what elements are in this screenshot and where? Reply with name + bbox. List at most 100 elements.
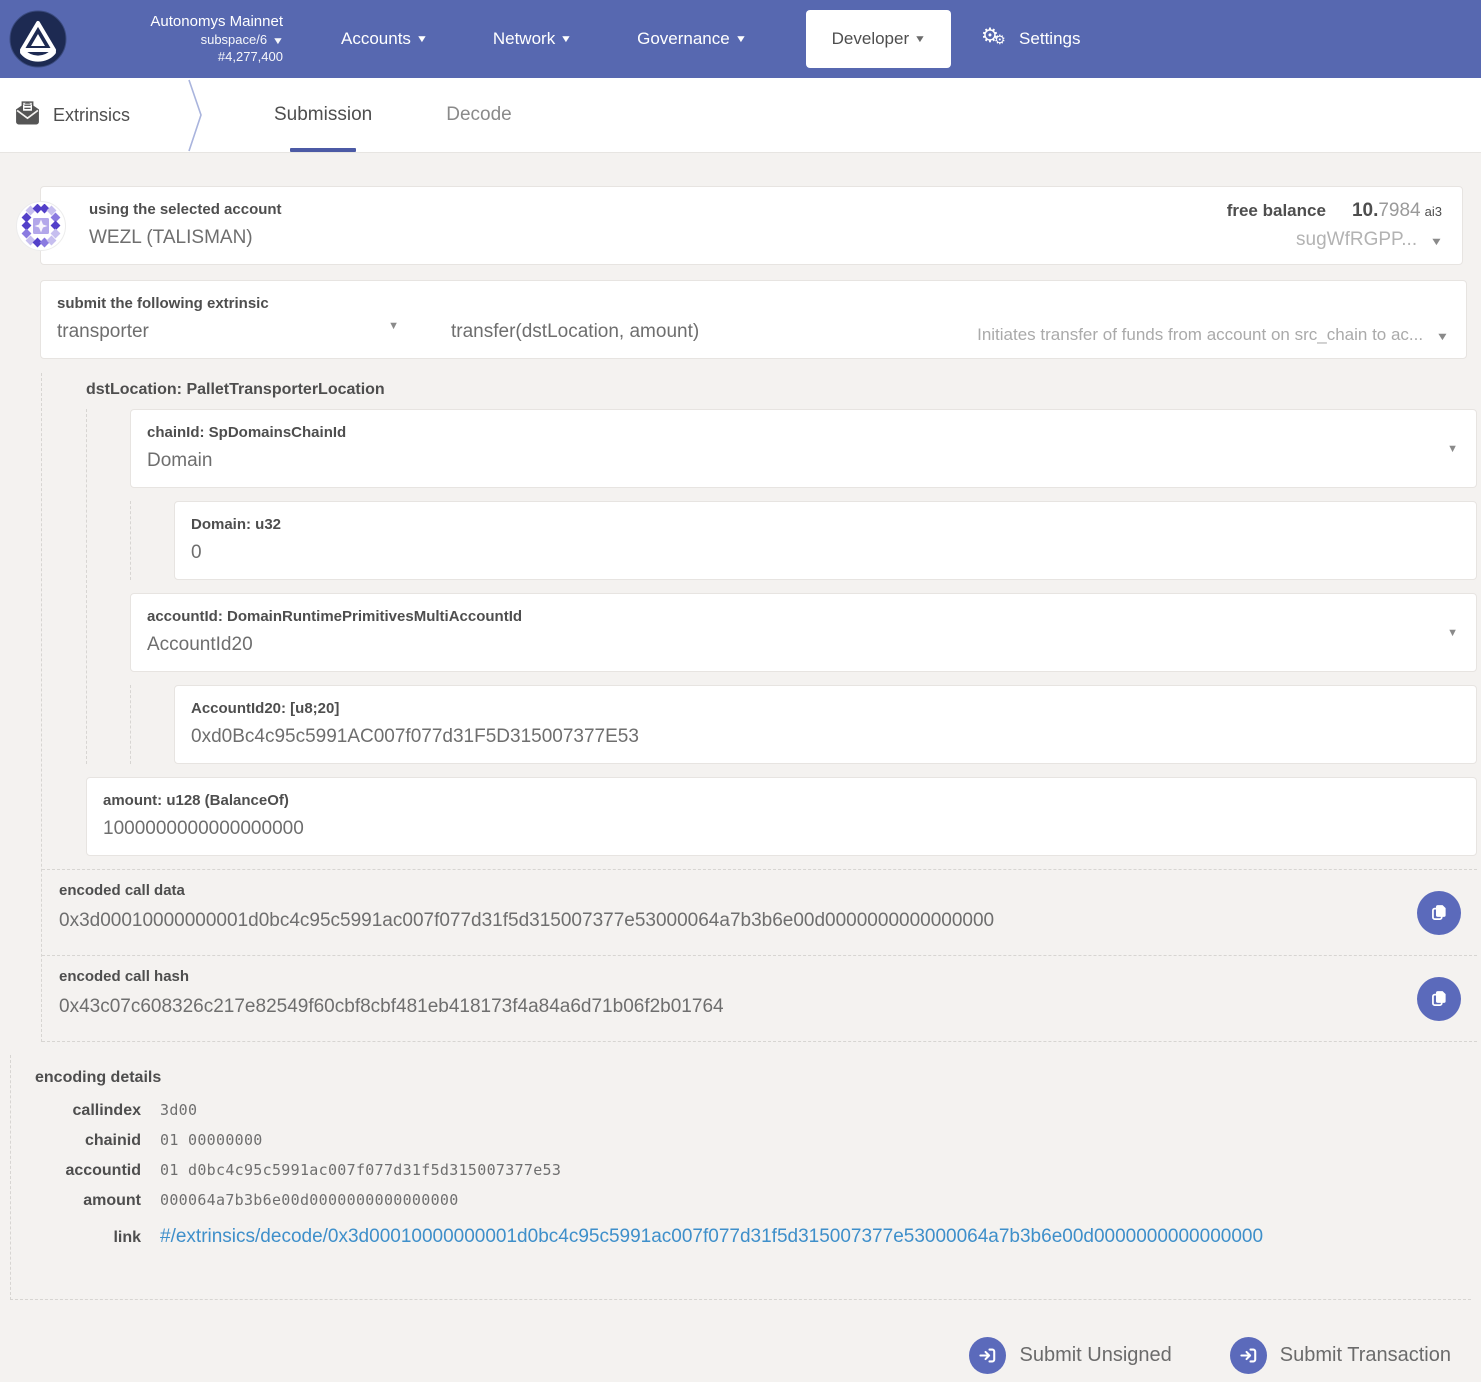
copy-icon bbox=[1429, 902, 1450, 923]
free-balance-int: 10. bbox=[1352, 200, 1378, 221]
page-title: Extrinsics bbox=[53, 105, 130, 126]
encoding-value: 01 d0bc4c95c5991ac007f077d31f5d315007377… bbox=[160, 1161, 561, 1179]
menu-item-network[interactable]: Network▼ bbox=[479, 29, 585, 49]
extrinsics-envelope-icon bbox=[14, 99, 41, 131]
encoding-row-accountid: accountid 01 d0bc4c95c5991ac007f077d31f5… bbox=[35, 1161, 1471, 1180]
encoded-call-hash-value: 0x43c07c608326c217e82549f60cbf8cbf481eb4… bbox=[59, 993, 1461, 1020]
free-balance-unit: ai3 bbox=[1425, 204, 1442, 219]
parameters-area: dstLocation: PalletTransporterLocation c… bbox=[41, 373, 1477, 1042]
account-id20-value: 0xd0Bc4c95c5991AC007f077d31F5D315007377E… bbox=[191, 723, 1460, 750]
section-head: Extrinsics bbox=[0, 78, 180, 152]
chevron-down-icon: ▼ bbox=[560, 34, 572, 45]
encoding-key: chainid bbox=[35, 1132, 160, 1150]
extrinsics-page: Autonomys Mainnet subspace/6▼ #4,277,400… bbox=[0, 0, 1481, 1382]
copy-icon bbox=[1429, 988, 1450, 1009]
domain-value: 0 bbox=[191, 539, 1460, 566]
encoding-details-section: encoding details callindex 3d00 chainid … bbox=[10, 1055, 1471, 1300]
chain-id-value: Domain bbox=[147, 447, 1460, 474]
account-address-dropdown[interactable]: sugWfRGPP...▼ bbox=[1227, 229, 1442, 251]
chain-id-select[interactable]: chainId: SpDomainsChainId Domain ▼ bbox=[130, 409, 1477, 488]
encoded-call-hash-section: encoded call hash 0x43c07c608326c217e825… bbox=[42, 956, 1477, 1042]
chevron-down-icon: ▼ bbox=[734, 34, 746, 45]
chevron-down-icon: ▼ bbox=[1447, 443, 1458, 455]
encoding-row-amount: amount 000064a7b3b6e00d0000000000000000 bbox=[35, 1191, 1471, 1210]
dst-location-group: chainId: SpDomainsChainId Domain ▼ Domai… bbox=[86, 409, 1477, 764]
chain-id-group: Domain: u32 0 bbox=[130, 501, 1477, 580]
method-select[interactable]: transfer(dstLocation, amount) Initiates … bbox=[417, 294, 1450, 345]
balance-block: free balance10.7984ai3 sugWfRGPP...▼ bbox=[1227, 200, 1446, 251]
menu-item-governance[interactable]: Governance▼ bbox=[623, 29, 760, 49]
encoding-row-link: link #/extrinsics/decode/0x3d00010000000… bbox=[35, 1226, 1471, 1248]
menu-item-developer[interactable]: Developer▼ bbox=[806, 10, 951, 68]
submit-transaction-label: Submit Transaction bbox=[1280, 1344, 1451, 1367]
account-id-select[interactable]: accountId: DomainRuntimePrimitivesMultiA… bbox=[130, 593, 1477, 672]
tab-submission[interactable]: Submission bbox=[268, 78, 378, 152]
domain-input[interactable]: Domain: u32 0 bbox=[174, 501, 1477, 580]
amount-value: 1000000000000000000 bbox=[103, 815, 1460, 842]
menu-item-accounts[interactable]: Accounts▼ bbox=[327, 29, 441, 49]
main-menu: Accounts▼ Network▼ Governance▼ Developer… bbox=[327, 10, 1132, 68]
encoding-key: link bbox=[35, 1229, 160, 1247]
chain-info[interactable]: Autonomys Mainnet subspace/6▼ #4,277,400 bbox=[83, 13, 283, 65]
account-id-group: AccountId20: [u8;20] 0xd0Bc4c95c5991AC00… bbox=[130, 685, 1477, 764]
pallet-select[interactable]: submit the following extrinsic transport… bbox=[57, 294, 417, 345]
chain-id-label: chainId: SpDomainsChainId bbox=[147, 423, 1460, 443]
pallet-value: transporter bbox=[57, 318, 417, 345]
account-field-label: using the selected account bbox=[89, 200, 282, 220]
encoding-key: amount bbox=[35, 1192, 160, 1210]
sign-in-icon bbox=[969, 1337, 1006, 1374]
extrinsic-field-label: submit the following extrinsic bbox=[57, 294, 417, 314]
encoding-row-chainid: chainid 01 00000000 bbox=[35, 1131, 1471, 1150]
encoding-value: 3d00 bbox=[160, 1101, 197, 1119]
dst-location-label: dstLocation: PalletTransporterLocation bbox=[42, 373, 1477, 409]
account-identicon bbox=[16, 201, 66, 251]
encoded-call-data-section: encoded call data 0x3d00010000000001d0bc… bbox=[42, 869, 1477, 956]
encoding-value: 01 00000000 bbox=[160, 1131, 263, 1149]
encoded-call-data-value: 0x3d00010000000001d0bc4c95c5991ac007f077… bbox=[59, 907, 1461, 934]
encoding-key: accountid bbox=[35, 1162, 160, 1180]
submit-unsigned-button[interactable]: Submit Unsigned bbox=[969, 1337, 1171, 1374]
chevron-down-icon: ▼ bbox=[1436, 331, 1450, 343]
selected-account: using the selected account WEZL (TALISMA… bbox=[89, 200, 282, 251]
amount-label: amount: u128 (BalanceOf) bbox=[103, 791, 1460, 811]
account-id20-label: AccountId20: [u8;20] bbox=[191, 699, 1460, 719]
best-block-number: #4,277,400 bbox=[83, 49, 283, 65]
tab-decode[interactable]: Decode bbox=[440, 78, 518, 152]
settings-gears-icon: ⚙⚙ bbox=[981, 26, 1011, 52]
sign-in-icon bbox=[1230, 1337, 1267, 1374]
account-name: WEZL (TALISMAN) bbox=[89, 224, 282, 251]
chain-name: Autonomys Mainnet bbox=[83, 13, 283, 32]
encoding-key: callindex bbox=[35, 1102, 160, 1120]
autonomys-logo-icon bbox=[9, 10, 67, 68]
action-bar: Submit Unsigned Submit Transaction bbox=[0, 1337, 1451, 1374]
extrinsic-selection: submit the following extrinsic transport… bbox=[40, 280, 1467, 359]
account-id-value: AccountId20 bbox=[147, 631, 1460, 658]
runtime-version[interactable]: subspace/6▼ bbox=[83, 32, 283, 49]
chevron-down-icon: ▼ bbox=[1447, 627, 1458, 639]
tab-list: Submission Decode bbox=[268, 78, 580, 152]
copy-call-hash-button[interactable] bbox=[1417, 977, 1461, 1021]
amount-input[interactable]: amount: u128 (BalanceOf) 100000000000000… bbox=[86, 777, 1477, 856]
submit-unsigned-label: Submit Unsigned bbox=[1019, 1344, 1171, 1367]
submit-transaction-button[interactable]: Submit Transaction bbox=[1230, 1337, 1451, 1374]
account-selector[interactable]: using the selected account WEZL (TALISMA… bbox=[40, 186, 1463, 265]
encoding-row-callindex: callindex 3d00 bbox=[35, 1101, 1471, 1120]
menu-item-settings[interactable]: ⚙⚙ Settings bbox=[967, 26, 1094, 52]
decode-link[interactable]: #/extrinsics/decode/0x3d00010000000001d0… bbox=[160, 1226, 1263, 1248]
method-description: Initiates transfer of funds from account… bbox=[977, 325, 1450, 345]
account-id-label: accountId: DomainRuntimePrimitivesMultiA… bbox=[147, 607, 1460, 627]
breadcrumb-chevron bbox=[184, 78, 206, 152]
domain-label: Domain: u32 bbox=[191, 515, 1460, 535]
account-id20-input[interactable]: AccountId20: [u8;20] 0xd0Bc4c95c5991AC00… bbox=[174, 685, 1477, 764]
encoded-call-data-label: encoded call data bbox=[59, 881, 1461, 901]
copy-call-data-button[interactable] bbox=[1417, 891, 1461, 935]
free-balance-label: free balance bbox=[1227, 201, 1326, 220]
encoding-value: 000064a7b3b6e00d0000000000000000 bbox=[160, 1191, 459, 1209]
encoded-call-hash-label: encoded call hash bbox=[59, 967, 1461, 987]
top-navigation-bar: Autonomys Mainnet subspace/6▼ #4,277,400… bbox=[0, 0, 1481, 78]
chevron-down-icon: ▼ bbox=[272, 36, 284, 49]
method-value: transfer(dstLocation, amount) bbox=[451, 318, 699, 345]
chevron-down-icon: ▼ bbox=[1430, 236, 1444, 248]
chevron-down-icon: ▼ bbox=[416, 34, 428, 45]
chevron-down-icon: ▼ bbox=[388, 320, 399, 332]
